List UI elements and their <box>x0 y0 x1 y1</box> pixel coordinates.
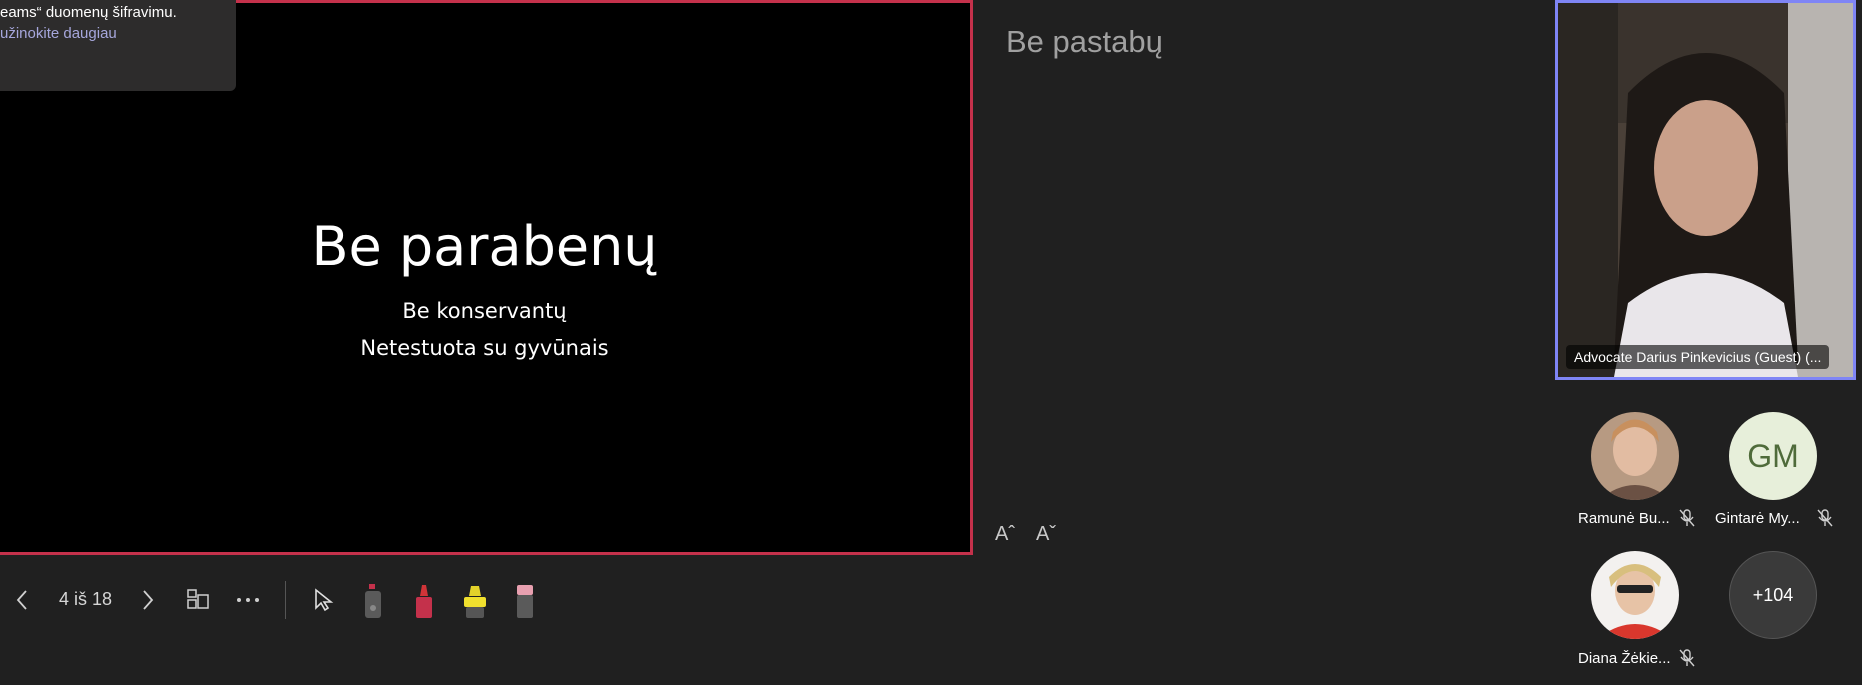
speaker-notes: Be pastabų <box>1006 24 1163 59</box>
slides-grid-icon <box>187 589 209 609</box>
encryption-notice: eams“ duomenų šifravimu. užinokite daugi… <box>0 0 236 91</box>
participant-name-2: Gintarė My... <box>1715 510 1800 527</box>
participant-name-3: Diana Žėkie... <box>1578 650 1671 667</box>
cursor-icon <box>315 588 334 612</box>
increase-font-button[interactable]: Aˆ <box>995 523 1015 546</box>
eraser-icon <box>517 585 533 618</box>
chevron-right-icon <box>143 590 154 610</box>
slide-counter: 4 iš 18 <box>59 589 113 609</box>
more-participants-button[interactable]: +104 <box>1729 551 1817 639</box>
laser-pointer-icon <box>365 584 381 618</box>
presentation-toolbar: 4 iš 18 <box>0 578 560 622</box>
pen-tool-button[interactable] <box>409 582 439 620</box>
slide-title: Be parabenų <box>311 215 658 278</box>
participant-name-1: Ramunė Bu... <box>1578 510 1670 527</box>
encryption-notice-text: eams“ duomenų šifravimu. <box>0 4 177 21</box>
previous-slide-button[interactable] <box>10 588 34 612</box>
more-options-button[interactable] <box>233 588 263 612</box>
learn-more-link[interactable]: užinokite daugiau <box>0 25 117 42</box>
avatar-initials: GM <box>1747 437 1799 474</box>
ellipsis-icon <box>237 598 259 602</box>
chevron-left-icon <box>16 590 27 610</box>
speaker-name-label: Advocate Darius Pinkevicius (Guest) (... <box>1566 345 1830 369</box>
next-slide-button[interactable] <box>136 588 160 612</box>
eraser-tool-button[interactable] <box>510 582 540 620</box>
pen-icon <box>416 585 432 618</box>
speaker-video-feed <box>1558 3 1853 377</box>
participant-avatar-3[interactable] <box>1591 551 1679 639</box>
mic-muted-icon <box>1679 649 1695 667</box>
participant-avatar-2[interactable]: GM <box>1729 412 1817 500</box>
laser-pointer-button[interactable] <box>358 582 388 620</box>
mic-muted-icon <box>1817 509 1833 527</box>
highlighter-tool-button[interactable] <box>459 582 491 620</box>
avatar-photo-icon <box>1591 551 1679 639</box>
highlighter-icon <box>464 586 486 618</box>
grid-view-button[interactable] <box>185 586 211 612</box>
decrease-font-button[interactable]: Aˇ <box>1036 523 1056 546</box>
mic-muted-icon <box>1679 509 1695 527</box>
slide-text-line-1: Be konservantų <box>402 299 567 323</box>
more-participants-count: +104 <box>1752 584 1794 605</box>
avatar-photo-icon <box>1591 412 1679 500</box>
pointer-tool-button[interactable] <box>309 586 337 614</box>
toolbar-divider <box>285 581 286 619</box>
slide-text-line-2: Netestuota su gyvūnais <box>360 336 609 360</box>
video-tile-active-speaker[interactable]: Advocate Darius Pinkevicius (Guest) (... <box>1555 0 1856 380</box>
participant-avatar-1[interactable] <box>1591 412 1679 500</box>
